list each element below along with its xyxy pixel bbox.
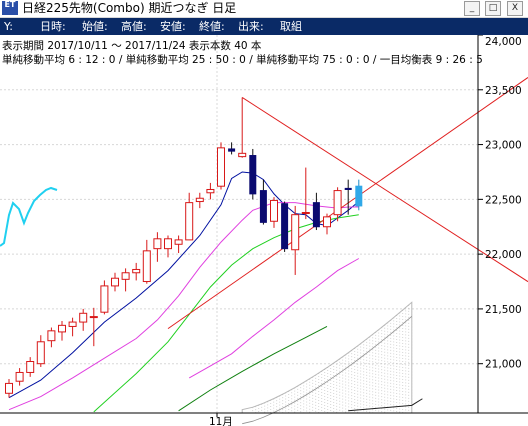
candle-body-up: [323, 216, 331, 228]
window-title: 日経225先物(Combo) 期近つなぎ 日足: [22, 1, 237, 15]
candle-body-up: [164, 238, 172, 250]
candle-body-up: [58, 324, 66, 333]
candle-body-down: [344, 187, 352, 190]
close-button[interactable]: X: [507, 1, 523, 16]
ichimoku-cloud: [0, 186, 423, 425]
info-y: Y:: [4, 20, 13, 33]
candle-body-up: [111, 277, 119, 287]
y-tick-label: 22,000: [485, 249, 522, 261]
indicator-settings-label: 単純移動平均 6 : 12 : 0 / 単純移動平均 25 : 50 : 0 /…: [2, 53, 483, 66]
candles: [5, 97, 363, 398]
candle-body-latest: [355, 185, 363, 207]
candle-body-up: [195, 197, 204, 203]
candle-body-up: [26, 361, 35, 373]
info-datetime: 日時:: [40, 20, 66, 33]
candle-body-up: [15, 371, 24, 382]
y-tick-label: 23,500: [485, 85, 522, 97]
candle-body-up: [79, 312, 88, 323]
moving-average-lines: [8, 171, 360, 413]
candle-body-up: [121, 272, 130, 280]
candle-body-up: [238, 152, 247, 158]
info-open: 始値:: [82, 20, 108, 33]
candle-body-up: [47, 330, 56, 342]
y-tick-label: 21,500: [485, 304, 522, 316]
candle-body-up: [291, 214, 300, 251]
minimize-button[interactable]: _: [464, 1, 480, 16]
y-tick-label: 22,500: [485, 194, 522, 206]
candle-body-up: [217, 147, 225, 187]
candle-body-down: [249, 155, 257, 195]
y-tick-label: 21,000: [485, 359, 522, 371]
candle-body-down: [228, 148, 236, 152]
offscreen-indicator-line: [0, 186, 58, 247]
app-logo-icon: ET: [2, 1, 18, 15]
candle-body-up: [132, 268, 141, 274]
ma-line-ma75: [178, 325, 328, 412]
candle-body-down: [312, 202, 320, 228]
date-axis: 11月: [0, 412, 528, 426]
candle-body-up: [142, 250, 151, 283]
candle-body-down: [259, 190, 267, 223]
display-period-label: 表示期間 2017/10/11 〜 2017/11/24 表示本数 40 本: [2, 39, 262, 52]
candle-body-up: [5, 382, 13, 394]
candle-body-up: [185, 202, 194, 241]
candle-body-up: [270, 199, 278, 222]
price-axis: 21,000 21,500 22,000 22,500 23,000 23,500 24,0…: [477, 35, 522, 413]
info-high: 高値:: [121, 20, 147, 33]
info-open-interest: 取組: [280, 20, 302, 33]
title-bar: ET 日経225先物(Combo) 期近つなぎ 日足 _ □ X: [0, 0, 528, 18]
kijun-span: [348, 398, 423, 412]
maximize-button[interactable]: □: [485, 1, 501, 16]
candle-body-up: [89, 316, 98, 319]
candle-body-down: [281, 203, 289, 250]
info-close: 終値:: [199, 20, 225, 33]
candle-body-up: [153, 238, 162, 250]
candle-body-up: [174, 239, 183, 245]
candle-body-up: [301, 211, 310, 214]
candle-body-up: [333, 190, 342, 216]
ma-line-ma50: [188, 258, 360, 379]
y-tick-label: 23,000: [485, 140, 522, 152]
candlestick-chart[interactable]: 21,000 21,500 22,000 22,500 23,000 23,500 24,0…: [0, 35, 528, 426]
info-volume: 出来:: [238, 20, 264, 33]
x-tick-label: 11月: [209, 416, 233, 426]
candle-body-up: [68, 321, 77, 327]
info-low: 安値:: [160, 20, 186, 33]
ma-line-ma12: [8, 202, 359, 411]
candle-body-up: [206, 188, 215, 194]
candle-body-up: [100, 285, 109, 313]
candle-body-up: [36, 341, 45, 365]
y-tick-label: 24,000: [485, 36, 522, 48]
price-info-bar: Y: 日時: 始値: 高値: 安値: 終値: 出来: 取組: [0, 18, 528, 35]
